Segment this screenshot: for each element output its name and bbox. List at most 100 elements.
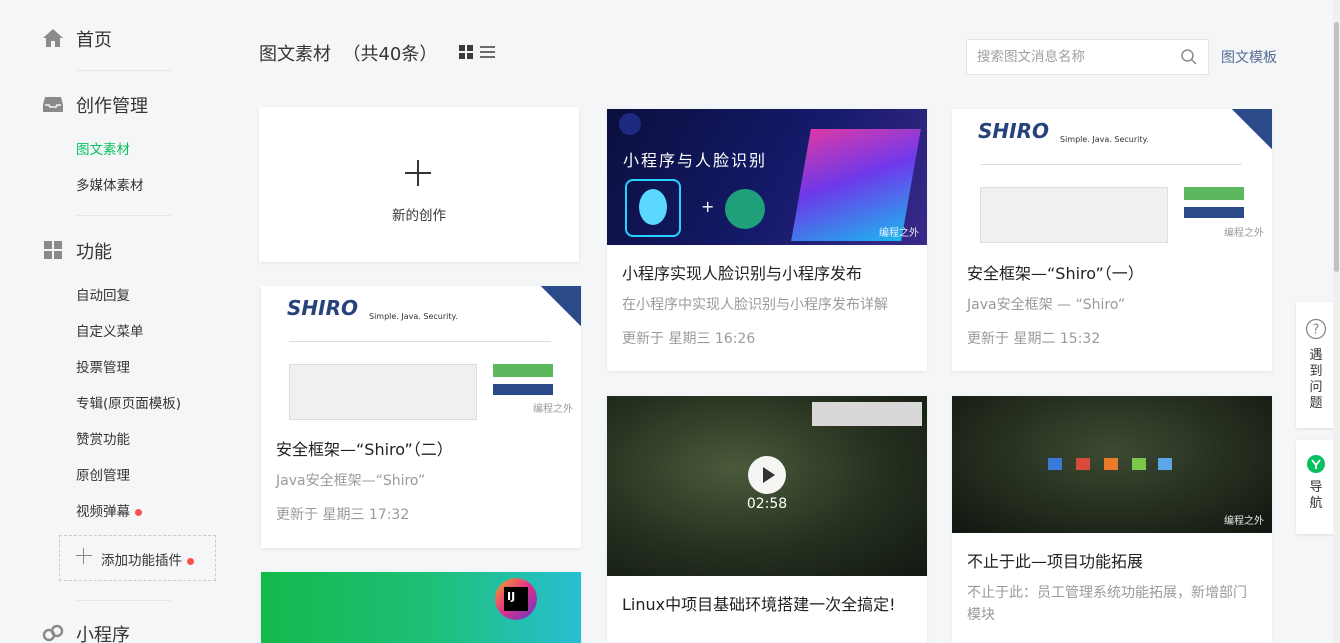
desktop-icon xyxy=(1048,458,1062,470)
play-button[interactable] xyxy=(748,456,786,494)
shiro-slogan: Simple. Java. Security. xyxy=(369,312,458,321)
sidebar-item-graphic-material[interactable]: 图文素材 xyxy=(76,138,130,158)
article-time: 更新于 星期二 15:32 xyxy=(967,331,1101,347)
cover-news xyxy=(1184,207,1244,218)
plus-icon: + xyxy=(701,197,715,216)
shiro-slogan: Simple. Java. Security. xyxy=(1060,135,1149,144)
miniprogram-logo xyxy=(725,189,765,229)
grid-view-icon[interactable] xyxy=(459,45,473,59)
sidebar-item-media-material[interactable]: 多媒体素材 xyxy=(76,174,144,194)
face-frame xyxy=(625,179,681,237)
article-desc: Java安全框架 — “Shiro” xyxy=(967,297,1126,313)
corner-ribbon xyxy=(1232,109,1272,149)
article-time: 更新于 星期三 16:26 xyxy=(622,331,756,347)
sidebar-item-custom-menu[interactable]: 自定义菜单 xyxy=(76,320,144,340)
question-icon: ? xyxy=(1305,318,1327,340)
corner-ribbon xyxy=(541,286,581,326)
grid-apps-icon xyxy=(44,241,62,259)
article-title: 安全框架—“Shiro”（二） xyxy=(276,440,453,459)
add-plugin-button[interactable]: 添加功能插件 xyxy=(59,535,216,581)
search-icon[interactable] xyxy=(1180,48,1198,66)
intellij-logo: IJ xyxy=(495,578,537,620)
plus-icon xyxy=(76,548,92,564)
list-view-icon[interactable] xyxy=(480,45,495,59)
video-cover: 02:58 xyxy=(607,396,927,576)
intellij-badge: IJ xyxy=(504,587,528,611)
sidebar-item-auto-reply[interactable]: 自动回复 xyxy=(76,284,130,304)
cover-navbar xyxy=(289,330,551,342)
cover-navbar xyxy=(980,153,1242,165)
article-card[interactable]: IJ xyxy=(261,572,581,643)
watermark: 编程之外 xyxy=(1224,516,1264,527)
video-duration: 02:58 xyxy=(746,496,788,512)
shiro-logo: SHIRO xyxy=(978,119,1049,143)
article-card[interactable]: SHIRO Simple. Java. Security. 编程之外 安全框架—… xyxy=(952,109,1272,371)
desktop-icon xyxy=(1132,458,1146,470)
plus-icon xyxy=(405,160,431,186)
avatar xyxy=(619,113,641,135)
face-icon xyxy=(639,189,667,225)
desktop-icon xyxy=(1104,458,1118,470)
article-time: 更新于 星期三 17:32 xyxy=(276,507,410,523)
article-cover: 编程之外 xyxy=(952,396,1272,533)
svg-text:?: ? xyxy=(1313,323,1320,338)
desktop-icon xyxy=(1076,458,1090,470)
cover-panel xyxy=(980,187,1168,243)
template-link[interactable]: 图文模板 xyxy=(1221,47,1277,67)
sidebar-item-video-danmaku-label: 视频弹幕 xyxy=(76,504,130,520)
cover-download xyxy=(1184,187,1244,200)
article-card[interactable]: SHIRO Simple. Java. Security. 编程之外 安全框架—… xyxy=(261,286,581,548)
help-label: 遇到问题 xyxy=(1309,348,1323,411)
article-cover: 小程序与人脸识别 + 编程之外 xyxy=(607,109,927,245)
miniprogram-icon xyxy=(42,624,64,642)
nav-miniprogram-title: 小程序 xyxy=(76,625,130,643)
article-card[interactable]: 02:58 Linux中项目基础环境搭建一次全搞定! xyxy=(607,396,927,643)
article-title: Linux中项目基础环境搭建一次全搞定! xyxy=(622,595,896,614)
article-cover: SHIRO Simple. Java. Security. 编程之外 xyxy=(952,109,1272,245)
inbox-icon xyxy=(43,97,63,112)
divider xyxy=(76,600,171,601)
new-creation-label: 新的创作 xyxy=(392,208,446,224)
search-box xyxy=(966,39,1209,75)
article-card[interactable]: 编程之外 不止于此—项目功能拓展 不止于此：员工管理系统功能拓展，新增部门模块 xyxy=(952,396,1272,643)
sidebar-item-original[interactable]: 原创管理 xyxy=(76,464,130,484)
article-title: 不止于此—项目功能拓展 xyxy=(967,552,1144,571)
cover-download xyxy=(493,364,553,377)
cover-news xyxy=(493,384,553,395)
nav-float-button[interactable]: 导航 xyxy=(1296,440,1336,534)
article-title: 安全框架—“Shiro”（一） xyxy=(967,264,1144,283)
nav-functions-title: 功能 xyxy=(76,242,112,263)
cover-panel xyxy=(289,364,477,420)
desktop-icon xyxy=(1158,458,1172,470)
article-title: 小程序实现人脸识别与小程序发布 xyxy=(622,264,863,283)
watermark: 编程之外 xyxy=(1224,228,1264,239)
new-badge-dot xyxy=(135,508,142,516)
scrollbar-thumb[interactable] xyxy=(1334,22,1339,272)
sidebar-item-reward[interactable]: 赞赏功能 xyxy=(76,428,130,448)
play-icon xyxy=(763,467,775,483)
article-cover: IJ xyxy=(261,572,581,643)
shiro-logo: SHIRO xyxy=(287,296,358,320)
help-button[interactable]: ? 遇到问题 xyxy=(1296,302,1336,428)
article-cover: SHIRO Simple. Java. Security. 编程之外 xyxy=(261,286,581,421)
article-desc: 不止于此：员工管理系统功能拓展，新增部门模块 xyxy=(967,585,1247,623)
sidebar: 首页 创作管理 图文素材 多媒体素材 功能 自动回复 自定义菜单 投票管理 专辑… xyxy=(0,0,230,643)
sidebar-item-album[interactable]: 专辑(原页面模板) xyxy=(76,392,181,412)
nav-label: 导航 xyxy=(1309,480,1323,511)
cover-headline: 小程序与人脸识别 xyxy=(623,151,768,170)
home-icon xyxy=(43,29,63,47)
sidebar-item-video-danmaku[interactable]: 视频弹幕 xyxy=(76,500,142,520)
watermark: 编程之外 xyxy=(879,228,919,239)
new-badge-dot xyxy=(187,557,194,565)
nav-icon xyxy=(1307,455,1325,473)
divider xyxy=(76,70,171,71)
search-input[interactable] xyxy=(967,40,1172,74)
new-creation-card[interactable]: 新的创作 xyxy=(259,107,579,262)
article-desc: 在小程序中实现人脸识别与小程序发布详解 xyxy=(622,297,888,313)
page-title: 图文素材 （共40条） xyxy=(259,44,438,65)
article-card[interactable]: 小程序与人脸识别 + 编程之外 小程序实现人脸识别与小程序发布 在小程序中实现人… xyxy=(607,109,927,371)
nav-creation-title: 创作管理 xyxy=(76,96,148,117)
sidebar-item-vote[interactable]: 投票管理 xyxy=(76,356,130,376)
add-plugin-label: 添加功能插件 xyxy=(101,549,194,569)
watermark: 编程之外 xyxy=(533,404,573,415)
